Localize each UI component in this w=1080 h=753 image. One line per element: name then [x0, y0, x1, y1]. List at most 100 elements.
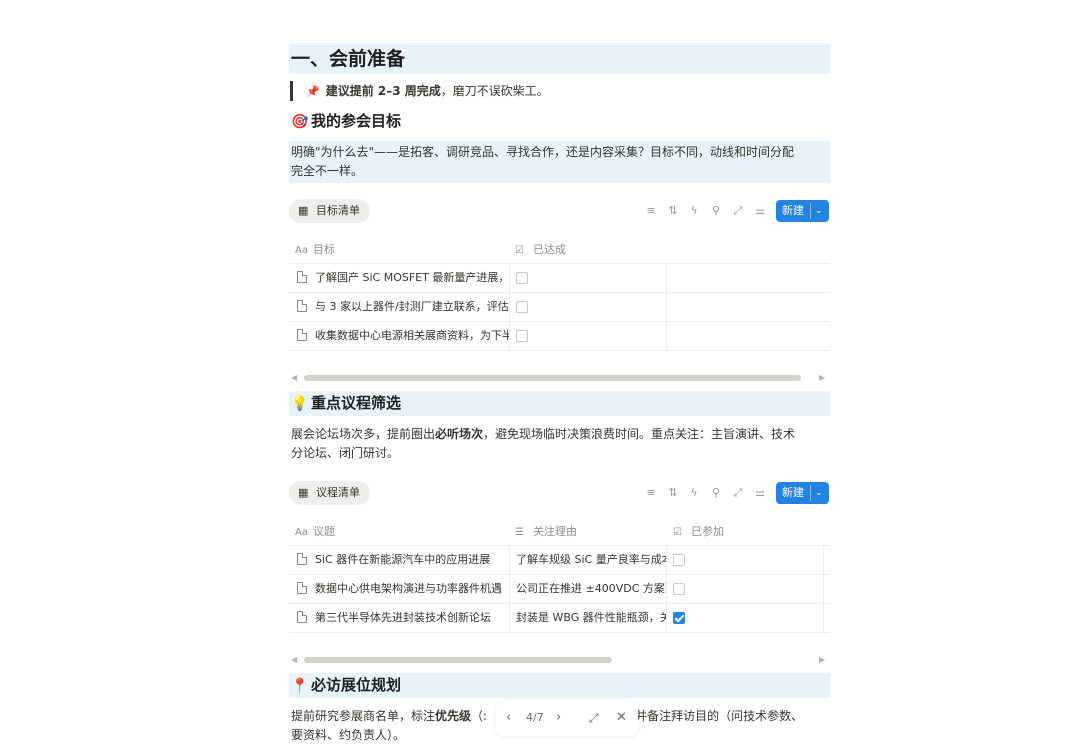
scroll-right-icon[interactable]: ▶	[819, 654, 825, 666]
pushpin-icon: 📌	[306, 85, 320, 98]
agenda-col-title[interactable]: Aa 议题	[295, 520, 335, 545]
agenda-para-bold: 必听场次	[435, 427, 484, 441]
agenda-attend-checkbox[interactable]	[673, 583, 685, 595]
image-pager: ‹ 4/7 › ⤢ ✕	[496, 700, 638, 736]
goals-paragraph: 明确"为什么去"——是拓客、调研竞品、寻找合作，还是内容采集？目标不同，动线和时…	[289, 141, 830, 183]
table-row[interactable]: SiC 器件在新能源汽车中的应用进展 了解车规级 SiC 量产良率与成本	[289, 545, 830, 574]
agenda-new-button[interactable]: 新建 ⌄	[776, 482, 829, 504]
table-row[interactable]: 与 3 家以上器件/封测厂建立联系，评估(	[289, 292, 830, 321]
goals-view-tab[interactable]: ▦ 目标清单	[289, 199, 370, 223]
table-row[interactable]: 了解国产 SiC MOSFET 最新量产进展，重	[289, 263, 830, 292]
agenda-title-cell[interactable]: 数据中心供电架构演进与功率器件机遇	[289, 575, 510, 603]
agenda-horizontal-scrollbar[interactable]: ◀ ▶	[289, 654, 830, 666]
search-icon[interactable]: ⚲	[708, 482, 724, 504]
close-icon[interactable]: ✕	[616, 700, 627, 736]
goal-title: 了解国产 SiC MOSFET 最新量产进展，重	[315, 271, 510, 284]
filter-icon[interactable]: ≡	[643, 200, 659, 222]
goal-title-cell[interactable]: 了解国产 SiC MOSFET 最新量产进展，重	[289, 264, 510, 292]
settings-icon[interactable]: ⚌	[752, 200, 768, 222]
table-row[interactable]: 第三代半导体先进封装技术创新论坛 封装是 WBG 器件性能瓶颈，关	[289, 603, 830, 633]
checkbox-type-icon: ☑	[515, 245, 524, 256]
filter-icon[interactable]: ≡	[643, 482, 659, 504]
agenda-paragraph-line1: 展会论坛场次多，提前圈出必听场次，避免现场临时决策浪费时间。重点关注：主旨演讲、…	[291, 425, 828, 444]
scroll-right-icon[interactable]: ▶	[819, 372, 825, 384]
booths-heading-text: 必访展位规划	[311, 676, 402, 694]
agenda-reason-cell[interactable]: 封装是 WBG 器件性能瓶颈，关	[510, 604, 667, 632]
search-icon[interactable]: ⚲	[708, 200, 724, 222]
agenda-heading: 💡 重点议程筛选	[289, 391, 830, 416]
automation-icon[interactable]: ϟ	[686, 482, 702, 504]
chevron-down-icon[interactable]: ⌄	[815, 482, 823, 504]
agenda-attend-checkbox[interactable]	[673, 612, 685, 624]
text-type-icon: Aa	[295, 245, 308, 256]
goal-title-cell[interactable]: 与 3 家以上器件/封测厂建立联系，评估(	[289, 293, 510, 321]
page-indicator: 4/7	[526, 711, 544, 724]
table-row[interactable]: 收集数据中心电源相关展商资料，为下半	[289, 321, 830, 351]
goals-new-button[interactable]: 新建 ⌄	[776, 200, 829, 222]
booths-heading: 📍 必访展位规划	[289, 673, 830, 698]
agenda-col-reason[interactable]: ☰ 关注理由	[515, 520, 577, 545]
agenda-attend-cell	[667, 546, 824, 574]
tip-quote: 📌 建议提前 2–3 周完成，磨刀不误砍柴工。	[290, 81, 549, 101]
checkbox-type-icon: ☑	[673, 527, 682, 538]
agenda-attend-checkbox[interactable]	[673, 554, 685, 566]
goals-col-title-label: 目标	[313, 243, 335, 256]
sort-icon[interactable]: ⇅	[665, 200, 681, 222]
agenda-heading-text: 重点议程筛选	[311, 394, 402, 412]
agenda-reason: 了解车规级 SiC 量产良率与成本	[516, 553, 667, 566]
table-row[interactable]: 数据中心供电架构演进与功率器件机遇 公司正在推进 ±400VDC 方案落	[289, 574, 830, 603]
settings-icon[interactable]: ⚌	[752, 482, 768, 504]
agenda-new-button-label: 新建	[782, 486, 804, 499]
goals-paragraph-line2: 完全不一样。	[291, 164, 364, 178]
agenda-reason-cell[interactable]: 了解车规级 SiC 量产良率与成本	[510, 546, 667, 574]
expand-icon[interactable]: ⤢	[730, 200, 746, 222]
agenda-para-text: ，避免现场临时决策浪费时间。重点关注：主旨演讲、技术	[483, 427, 796, 441]
goals-toolbar: ≡ ⇅ ϟ ⚲ ⤢ ⚌	[643, 200, 773, 222]
agenda-title-cell[interactable]: SiC 器件在新能源汽车中的应用进展	[289, 546, 510, 574]
chevron-right-icon[interactable]: ›	[556, 700, 561, 736]
booths-para-bold: 优先级	[435, 709, 472, 723]
goals-col-title[interactable]: Aa 目标	[295, 238, 335, 263]
goals-col-done[interactable]: ☑ 已达成	[515, 238, 566, 263]
lightbulb-icon: 💡	[291, 396, 309, 412]
booths-para-text: （:	[471, 709, 488, 723]
goals-col-done-label: 已达成	[533, 243, 566, 256]
booths-para-text: 并备注拜访目的（问技术参数、	[635, 709, 804, 723]
tip-bold-text: 建议提前 2–3 周完成	[325, 84, 441, 98]
agenda-view-tab[interactable]: ▦ 议程清单	[289, 481, 370, 505]
agenda-col-attend-label: 已参加	[691, 525, 724, 538]
agenda-col-title-label: 议题	[313, 525, 335, 538]
goal-done-cell	[510, 293, 667, 321]
agenda-col-attend[interactable]: ☑ 已参加	[673, 520, 724, 545]
booths-para-text: 提前研究参展商名单，标注	[291, 709, 436, 723]
chevron-left-icon[interactable]: ‹	[506, 700, 511, 736]
automation-icon[interactable]: ϟ	[686, 200, 702, 222]
agenda-paragraph: 展会论坛场次多，提前圈出必听场次，避免现场临时决策浪费时间。重点关注：主旨演讲、…	[289, 423, 830, 465]
agenda-view-tab-label: 议程清单	[316, 486, 360, 499]
button-divider	[810, 203, 811, 219]
expand-icon[interactable]: ⤢	[730, 482, 746, 504]
chevron-down-icon[interactable]: ⌄	[815, 200, 823, 222]
scrollbar-thumb[interactable]	[304, 657, 612, 663]
goals-new-button-label: 新建	[782, 204, 804, 217]
scroll-left-icon[interactable]: ◀	[291, 372, 297, 384]
page-icon	[297, 611, 307, 623]
goal-title: 收集数据中心电源相关展商资料，为下半	[315, 329, 510, 342]
scrollbar-thumb[interactable]	[304, 375, 801, 381]
agenda-title: 第三代半导体先进封装技术创新论坛	[315, 611, 491, 624]
tip-text: ，磨刀不误砍柴工。	[440, 84, 549, 98]
fullscreen-icon[interactable]: ⤢	[589, 700, 599, 736]
agenda-col-reason-label: 关注理由	[533, 525, 577, 538]
agenda-title-cell[interactable]: 第三代半导体先进封装技术创新论坛	[289, 604, 510, 632]
page-icon	[297, 271, 307, 283]
agenda-reason-cell[interactable]: 公司正在推进 ±400VDC 方案落	[510, 575, 667, 603]
goals-horizontal-scrollbar[interactable]: ◀ ▶	[289, 372, 830, 384]
goals-heading: 🎯 我的参会目标	[289, 109, 830, 134]
goal-title-cell[interactable]: 收集数据中心电源相关展商资料，为下半	[289, 322, 510, 350]
agenda-attend-cell	[667, 604, 824, 632]
agenda-attend-cell	[667, 575, 824, 603]
agenda-paragraph-line2: 分论坛、闭门研讨。	[291, 446, 400, 460]
section-heading-preparation: 一、会前准备	[289, 44, 830, 74]
sort-icon[interactable]: ⇅	[665, 482, 681, 504]
scroll-left-icon[interactable]: ◀	[291, 654, 297, 666]
